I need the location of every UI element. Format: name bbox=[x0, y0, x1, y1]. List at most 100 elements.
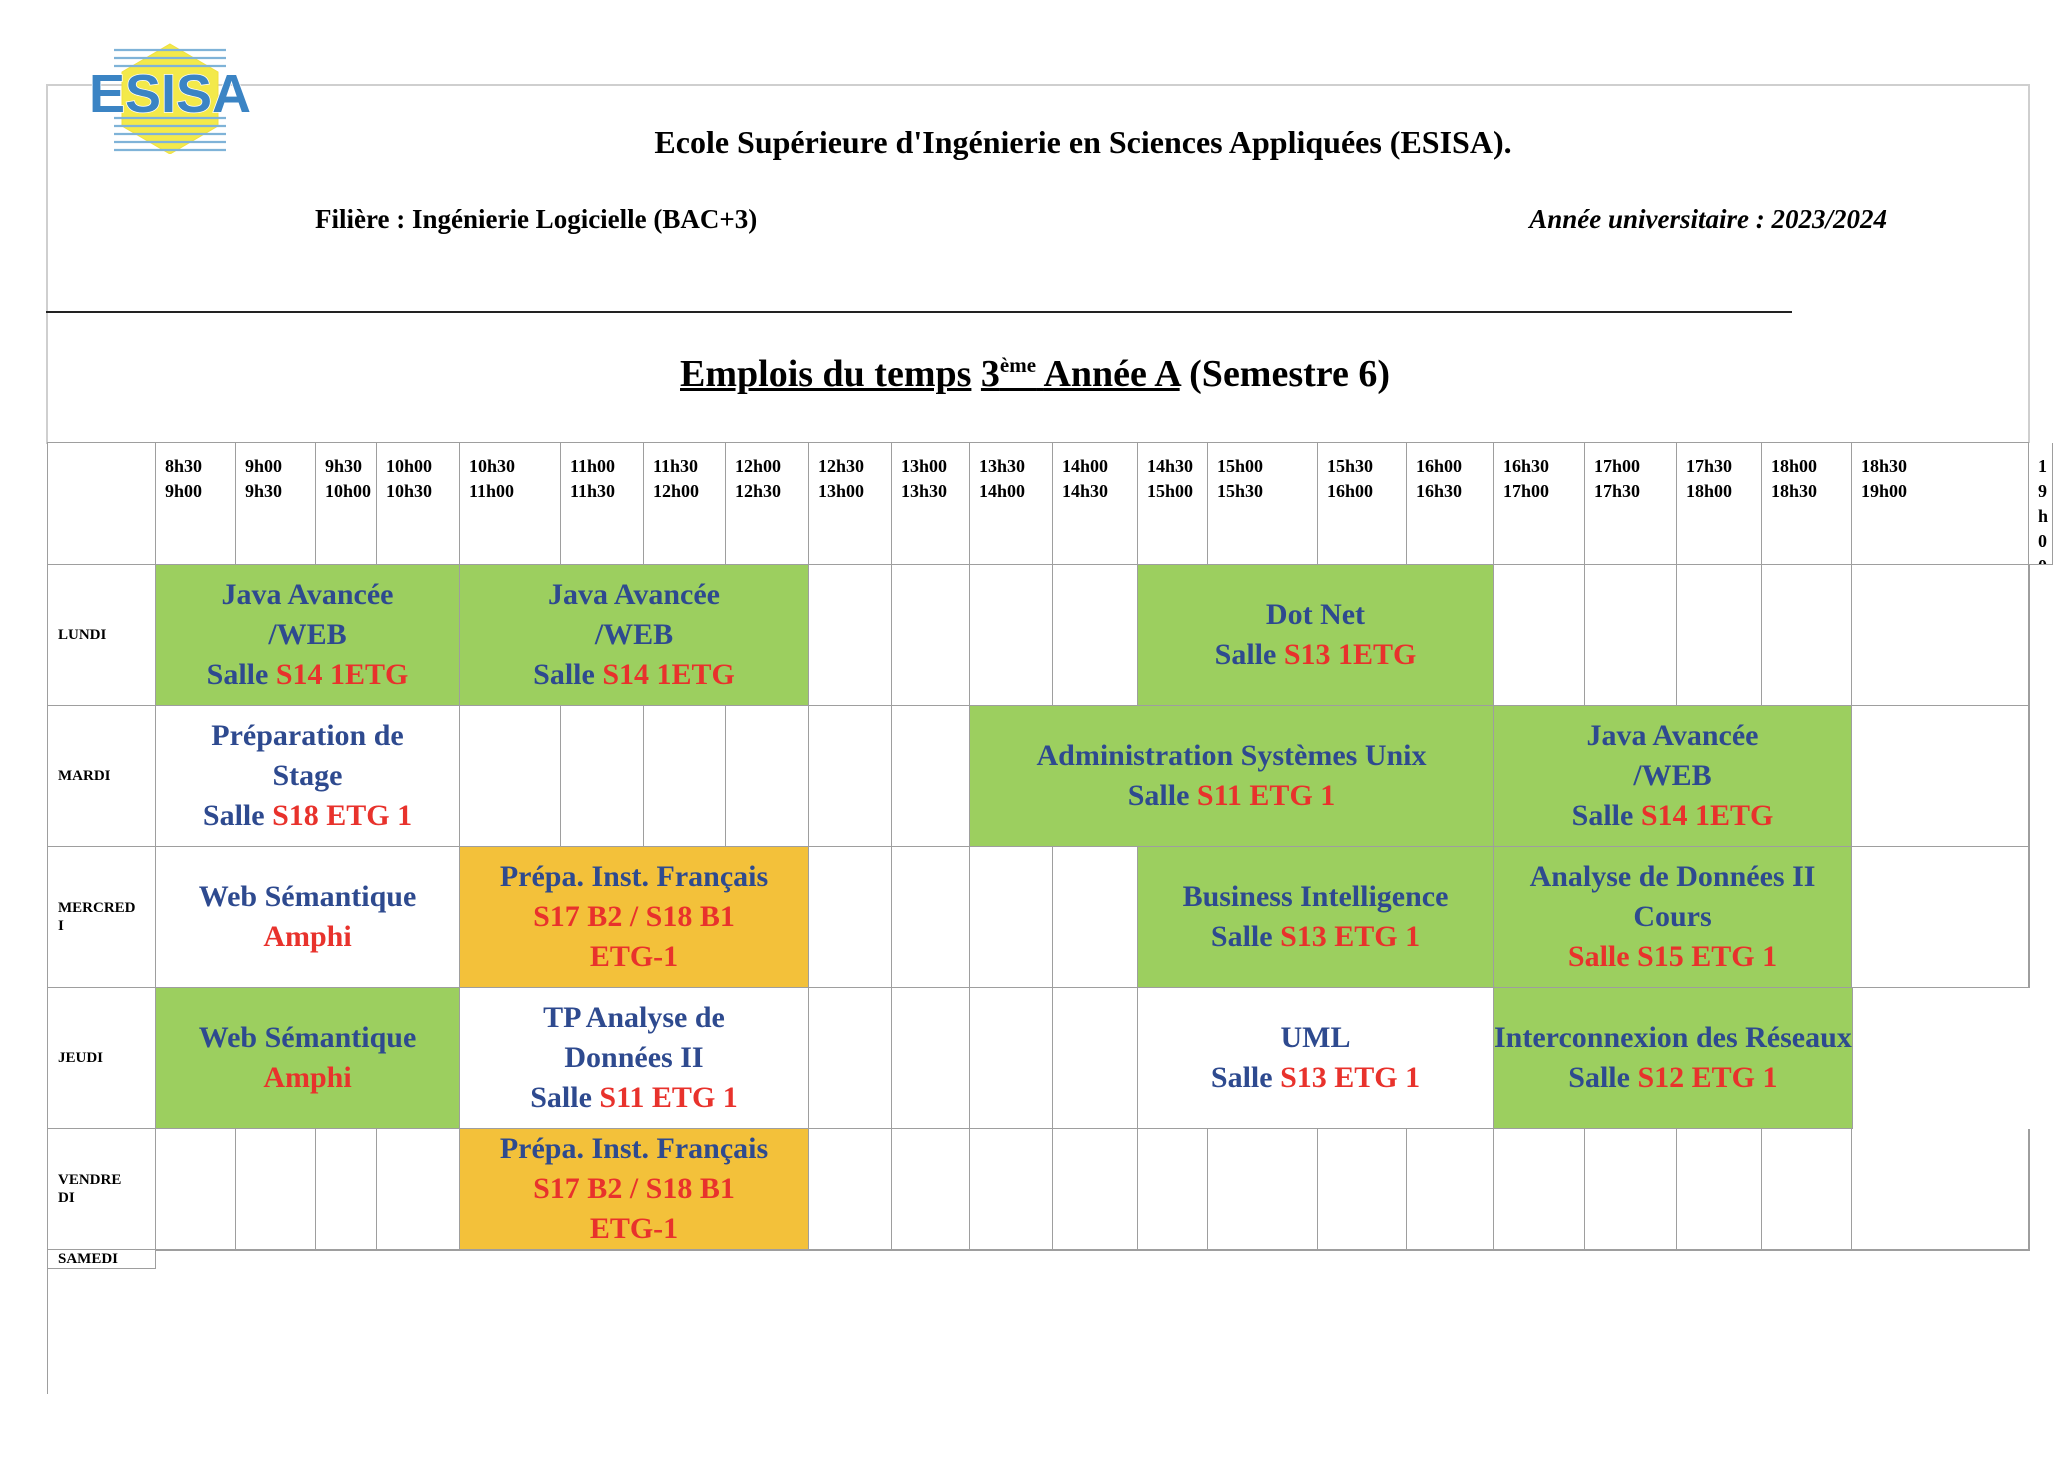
empty-slot bbox=[1852, 565, 2029, 706]
time-slot-header: 16h30 17h00 bbox=[1494, 443, 1585, 565]
time-slot-header: 14h00 14h30 bbox=[1053, 443, 1138, 565]
course-text: Salle bbox=[530, 1081, 600, 1114]
course-line: Web Sémantique bbox=[199, 1018, 417, 1058]
course-block: Web Sémantique Amphi bbox=[156, 988, 460, 1129]
empty-slot bbox=[892, 706, 970, 847]
empty-slot bbox=[1053, 847, 1138, 988]
course-block: Prépa. Inst. Français S17 B2 / S18 B1 ETG-… bbox=[460, 1129, 809, 1250]
empty-slot bbox=[726, 706, 809, 847]
empty-slot bbox=[1585, 1250, 1677, 1251]
course-text: Salle bbox=[1210, 1061, 1281, 1094]
time-slot-header: 18h00 18h30 bbox=[1762, 443, 1852, 565]
course-text: Web Sémantique bbox=[198, 880, 417, 913]
course-text: Prépa. Inst. Français bbox=[499, 1132, 769, 1165]
empty-slot bbox=[892, 1250, 970, 1251]
course-line: Administration Systèmes Unix bbox=[1036, 736, 1426, 776]
course-line: Salle S13 ETG 1 bbox=[1211, 917, 1420, 957]
course-line: /WEB bbox=[268, 615, 346, 655]
filiere-label: Filière : Ingénierie Logicielle (BAC+3) bbox=[315, 204, 758, 234]
course-line: Données II bbox=[564, 1038, 703, 1078]
empty-slot bbox=[970, 1129, 1053, 1250]
empty-slot bbox=[892, 1129, 970, 1250]
course-line: Java Avancée bbox=[1587, 716, 1759, 756]
empty-slot bbox=[644, 1250, 726, 1251]
empty-slot bbox=[809, 706, 892, 847]
empty-slot bbox=[2029, 1129, 2030, 1250]
time-slot-header: 15h00 15h30 bbox=[1208, 443, 1318, 565]
empty-slot bbox=[561, 706, 644, 847]
course-line: Salle S13 1ETG bbox=[1215, 635, 1417, 675]
course-line: Salle S13 ETG 1 bbox=[1211, 1058, 1420, 1098]
course-line: Préparation de bbox=[211, 716, 403, 756]
empty-slot bbox=[1677, 565, 1762, 706]
course-text: Business Intelligence bbox=[1182, 880, 1449, 913]
room-text: S11 ETG 1 bbox=[599, 1081, 738, 1114]
time-slot-header: 16h00 16h30 bbox=[1407, 443, 1494, 565]
time-slot-header: 12h30 13h00 bbox=[809, 443, 892, 565]
course-text: Salle bbox=[202, 799, 273, 832]
room-text: Amphi bbox=[263, 1061, 352, 1094]
empty-slot bbox=[809, 988, 892, 1129]
course-block: Prépa. Inst. Français S17 B2 / S18 B1 ETG-… bbox=[460, 847, 809, 988]
school-name: Ecole Supérieure d'Ingénierie en Science… bbox=[654, 124, 1512, 160]
empty-slot bbox=[1494, 565, 1585, 706]
course-line: Salle S11 ETG 1 bbox=[1128, 776, 1336, 816]
course-text: Salle bbox=[1127, 779, 1197, 812]
time-slot-header: 19h00 19h30 bbox=[2029, 443, 2054, 565]
empty-slot bbox=[726, 1250, 809, 1251]
course-line: UML bbox=[1281, 1018, 1351, 1058]
empty-slot bbox=[892, 565, 970, 706]
course-line: Salle S15 ETG 1 bbox=[1568, 937, 1777, 977]
empty-slot bbox=[316, 1250, 377, 1251]
empty-slot bbox=[1852, 1250, 2029, 1251]
day-label: JEUDI bbox=[48, 988, 156, 1129]
empty-slot bbox=[1762, 565, 1852, 706]
time-slot-header: 14h30 15h00 bbox=[1138, 443, 1208, 565]
course-line: S17 B2 / S18 B1 bbox=[533, 1169, 735, 1209]
course-block: UML Salle S13 ETG 1 bbox=[1138, 988, 1494, 1129]
course-text: Salle bbox=[1571, 799, 1641, 832]
empty-slot bbox=[1138, 1250, 1208, 1251]
divider-line bbox=[46, 311, 1792, 313]
course-text: Java Avancée bbox=[221, 578, 394, 611]
course-text: Salle bbox=[533, 658, 603, 691]
time-slot-header: 10h00 10h30 bbox=[377, 443, 460, 565]
course-text: Stage bbox=[272, 759, 343, 792]
empty-slot bbox=[892, 847, 970, 988]
course-text: Java Avancée bbox=[1586, 719, 1759, 752]
empty-slot bbox=[316, 1129, 377, 1250]
course-line: Salle S12 ETG 1 bbox=[1568, 1058, 1777, 1098]
course-line: /WEB bbox=[1633, 756, 1711, 796]
course-line: Analyse de Données II bbox=[1530, 857, 1816, 897]
course-line: TP Analyse de bbox=[543, 998, 725, 1038]
room-text: S11 ETG 1 bbox=[1196, 779, 1336, 812]
time-slot-header: 13h00 13h30 bbox=[892, 443, 970, 565]
course-line: ETG-1 bbox=[590, 1209, 678, 1249]
room-text: S17 B2 / S18 B1 bbox=[533, 1172, 735, 1205]
course-block: Dot Net Salle S13 1ETG bbox=[1138, 565, 1494, 706]
title-main: Emplois du temps bbox=[680, 353, 972, 395]
empty-slot bbox=[236, 1250, 316, 1251]
course-line: Java Avancée bbox=[222, 575, 394, 615]
title-year-suffix: ème bbox=[999, 353, 1037, 377]
empty-slot bbox=[2029, 847, 2030, 988]
empty-slot bbox=[970, 847, 1053, 988]
course-line: Cours bbox=[1633, 897, 1711, 937]
course-text: Données II bbox=[564, 1041, 704, 1074]
empty-slot bbox=[1762, 1250, 1852, 1251]
course-text: Prépa. Inst. Français bbox=[499, 860, 769, 893]
empty-slot bbox=[1407, 1250, 1494, 1251]
empty-slot bbox=[644, 706, 726, 847]
course-text: Dot Net bbox=[1265, 598, 1366, 631]
room-text: S14 1ETG bbox=[602, 658, 735, 691]
course-line: Prépa. Inst. Français bbox=[500, 857, 768, 897]
empty-slot bbox=[561, 1250, 644, 1251]
empty-slot bbox=[970, 565, 1053, 706]
empty-slot bbox=[156, 1250, 236, 1251]
course-text: Java Avancée bbox=[548, 578, 720, 611]
time-slot-header: 12h00 12h30 bbox=[726, 443, 809, 565]
room-text: S17 B2 / S18 B1 bbox=[533, 900, 735, 933]
course-text: Cours bbox=[1633, 900, 1712, 933]
empty-slot bbox=[236, 1129, 316, 1250]
course-block: Analyse de Données II Cours Salle S15 ETG … bbox=[1494, 847, 1852, 988]
